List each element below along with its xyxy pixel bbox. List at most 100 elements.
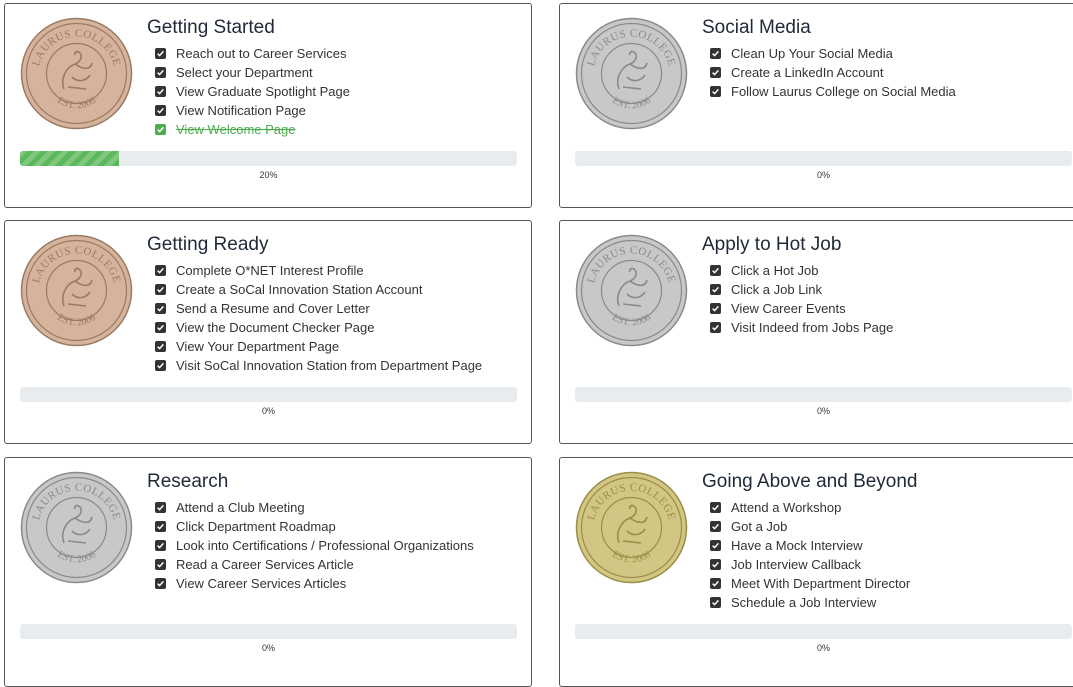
progress-percent-label: 0% bbox=[261, 406, 275, 416]
progress-percent-label: 0% bbox=[816, 406, 830, 416]
task-label: Click a Hot Job bbox=[731, 263, 819, 278]
task-label: Schedule a Job Interview bbox=[731, 595, 877, 610]
progress-percent-label: 0% bbox=[816, 643, 830, 653]
task-list: Attend a Club Meeting Click Department Ro… bbox=[155, 498, 474, 593]
task-item[interactable]: Click a Hot Job bbox=[710, 261, 893, 280]
task-item[interactable]: Click Department Roadmap bbox=[155, 517, 474, 536]
checkbox-checked-icon[interactable] bbox=[710, 322, 721, 333]
checkbox-checked-icon[interactable] bbox=[155, 86, 166, 97]
progress-bar bbox=[575, 387, 1072, 402]
task-item[interactable]: Visit SoCal Innovation Station from Depa… bbox=[155, 356, 482, 375]
task-item[interactable]: Clean Up Your Social Media bbox=[710, 44, 956, 63]
checkbox-checked-icon[interactable] bbox=[710, 559, 721, 570]
checkbox-checked-icon[interactable] bbox=[155, 284, 166, 295]
checkbox-checked-icon[interactable] bbox=[710, 265, 721, 276]
card-title: Social Media bbox=[702, 17, 811, 38]
checkbox-checked-icon[interactable] bbox=[710, 578, 721, 589]
card-title: Getting Started bbox=[147, 17, 275, 38]
task-item[interactable]: Visit Indeed from Jobs Page bbox=[710, 318, 893, 337]
checkbox-checked-icon[interactable] bbox=[155, 540, 166, 551]
task-item[interactable]: View Career Events bbox=[710, 299, 893, 318]
checkbox-checked-icon[interactable] bbox=[710, 48, 721, 59]
progress-bar bbox=[575, 151, 1072, 166]
task-item[interactable]: Look into Certifications / Professional … bbox=[155, 536, 474, 555]
task-item[interactable]: Attend a Workshop bbox=[710, 498, 910, 517]
checkbox-checked-icon[interactable] bbox=[155, 124, 166, 135]
college-seal-medal: LAURUS COLLEGE EST. 2006 bbox=[575, 17, 688, 130]
checkbox-checked-icon[interactable] bbox=[710, 284, 721, 295]
task-label: Send a Resume and Cover Letter bbox=[176, 301, 370, 316]
task-label: Have a Mock Interview bbox=[731, 538, 863, 553]
checkbox-checked-icon[interactable] bbox=[155, 559, 166, 570]
task-item[interactable]: View Your Department Page bbox=[155, 337, 482, 356]
checkbox-checked-icon[interactable] bbox=[155, 521, 166, 532]
checkbox-checked-icon[interactable] bbox=[155, 265, 166, 276]
checkbox-checked-icon[interactable] bbox=[155, 105, 166, 116]
task-label: Create a SoCal Innovation Station Accoun… bbox=[176, 282, 423, 297]
task-item[interactable]: View the Document Checker Page bbox=[155, 318, 482, 337]
task-item[interactable]: View Career Services Articles bbox=[155, 574, 474, 593]
task-item[interactable]: Follow Laurus College on Social Media bbox=[710, 82, 956, 101]
checkbox-checked-icon[interactable] bbox=[155, 578, 166, 589]
task-item[interactable]: Have a Mock Interview bbox=[710, 536, 910, 555]
checkbox-checked-icon[interactable] bbox=[155, 341, 166, 352]
college-seal-medal: LAURUS COLLEGE EST. 2006 bbox=[575, 471, 688, 584]
task-label: Got a Job bbox=[731, 519, 788, 534]
task-item[interactable]: Read a Career Services Article bbox=[155, 555, 474, 574]
task-item[interactable]: Job Interview Callback bbox=[710, 555, 910, 574]
badge-card-research: LAURUS COLLEGE EST. 2006 Research Attend … bbox=[4, 457, 532, 687]
task-item[interactable]: Schedule a Job Interview bbox=[710, 593, 910, 612]
checkbox-checked-icon[interactable] bbox=[710, 303, 721, 314]
task-item[interactable]: View Notification Page bbox=[155, 101, 350, 120]
checkbox-checked-icon[interactable] bbox=[155, 322, 166, 333]
checkbox-checked-icon[interactable] bbox=[710, 521, 721, 532]
checkbox-checked-icon[interactable] bbox=[710, 597, 721, 608]
task-item[interactable]: Send a Resume and Cover Letter bbox=[155, 299, 482, 318]
progress-bar bbox=[575, 624, 1072, 639]
checkbox-checked-icon[interactable] bbox=[155, 502, 166, 513]
badge-card-social-media: LAURUS COLLEGE EST. 2006 Social Media Cle… bbox=[559, 3, 1073, 208]
task-label: Follow Laurus College on Social Media bbox=[731, 84, 956, 99]
badge-card-getting-ready: LAURUS COLLEGE EST. 2006 Getting Ready Co… bbox=[4, 220, 532, 444]
college-seal-medal: LAURUS COLLEGE EST. 2006 bbox=[20, 471, 133, 584]
checkbox-checked-icon[interactable] bbox=[710, 67, 721, 78]
task-label: Reach out to Career Services bbox=[176, 46, 347, 61]
progress-percent-label: 0% bbox=[261, 643, 275, 653]
task-list: Complete O*NET Interest Profile Create a … bbox=[155, 261, 482, 375]
task-item[interactable]: Click a Job Link bbox=[710, 280, 893, 299]
progress-percent-label: 0% bbox=[816, 170, 830, 180]
checkbox-checked-icon[interactable] bbox=[155, 303, 166, 314]
task-label: Complete O*NET Interest Profile bbox=[176, 263, 364, 278]
task-label: Clean Up Your Social Media bbox=[731, 46, 893, 61]
progress-bar bbox=[20, 387, 517, 402]
task-item[interactable]: Got a Job bbox=[710, 517, 910, 536]
task-item[interactable]: Create a LinkedIn Account bbox=[710, 63, 956, 82]
task-item[interactable]: View Welcome Page bbox=[155, 120, 350, 139]
card-title: Getting Ready bbox=[147, 234, 269, 255]
task-item[interactable]: Attend a Club Meeting bbox=[155, 498, 474, 517]
badge-card-apply-to-hot-job: LAURUS COLLEGE EST. 2006 Apply to Hot Jo… bbox=[559, 220, 1073, 444]
task-label: Click a Job Link bbox=[731, 282, 823, 297]
task-label: Job Interview Callback bbox=[731, 557, 862, 572]
college-seal-medal: LAURUS COLLEGE EST. 2006 bbox=[575, 234, 688, 347]
checkbox-checked-icon[interactable] bbox=[710, 540, 721, 551]
task-label: View Your Department Page bbox=[176, 339, 340, 354]
task-item[interactable]: View Graduate Spotlight Page bbox=[155, 82, 350, 101]
task-label: View Career Events bbox=[731, 301, 846, 316]
checkbox-checked-icon[interactable] bbox=[155, 48, 166, 59]
task-label: Read a Career Services Article bbox=[176, 557, 354, 572]
task-list: Reach out to Career Services Select your … bbox=[155, 44, 350, 139]
checkbox-checked-icon[interactable] bbox=[710, 502, 721, 513]
checkbox-checked-icon[interactable] bbox=[710, 86, 721, 97]
progress-fill bbox=[20, 151, 120, 166]
checkbox-checked-icon[interactable] bbox=[155, 67, 166, 78]
task-item[interactable]: Create a SoCal Innovation Station Accoun… bbox=[155, 280, 482, 299]
task-item[interactable]: Reach out to Career Services bbox=[155, 44, 350, 63]
task-item[interactable]: Complete O*NET Interest Profile bbox=[155, 261, 482, 280]
task-label: Attend a Club Meeting bbox=[176, 500, 305, 515]
task-item[interactable]: Select your Department bbox=[155, 63, 350, 82]
task-item[interactable]: Meet With Department Director bbox=[710, 574, 910, 593]
task-label: View the Document Checker Page bbox=[176, 320, 375, 335]
badge-card-going-above-and-beyond: LAURUS COLLEGE EST. 2006 Going Above and… bbox=[559, 457, 1073, 687]
checkbox-checked-icon[interactable] bbox=[155, 360, 166, 371]
